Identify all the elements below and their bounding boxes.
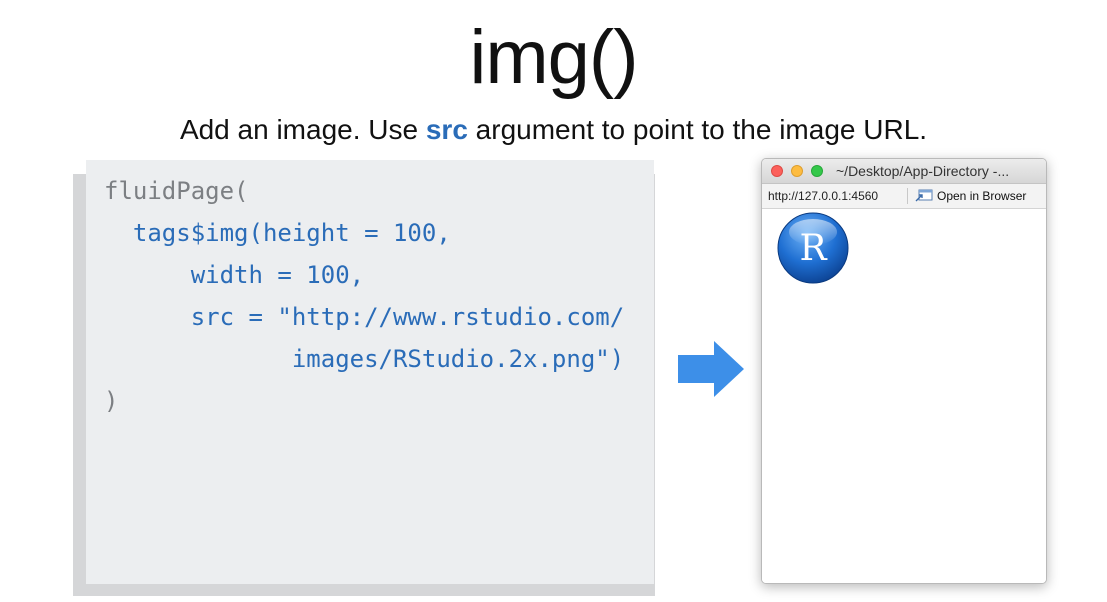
code-panel: fluidPage( tags$img(height = 100, width … (86, 160, 654, 584)
arrow-right-icon (678, 341, 744, 397)
app-preview-window: ~/Desktop/App-Directory -... http://127.… (761, 158, 1047, 584)
open-in-browser-label: Open in Browser (937, 189, 1027, 203)
window-titlebar[interactable]: ~/Desktop/App-Directory -... (762, 159, 1046, 184)
open-in-browser-button[interactable]: Open in Browser (915, 187, 1026, 205)
code-line: width = 100, (104, 261, 365, 289)
code-line: fluidPage( (104, 177, 249, 205)
subtitle-keyword: src (425, 114, 468, 145)
code-line: src = "http://www.rstudio.com/ (104, 303, 625, 331)
r-logo-icon: R (777, 212, 849, 284)
url-text: http://127.0.0.1:4560 (768, 189, 879, 203)
app-content-area: R (762, 209, 1046, 583)
subtitle-text-after: argument to point to the image URL. (467, 114, 928, 145)
r-logo-letter: R (799, 228, 827, 269)
open-in-browser-icon (915, 189, 933, 202)
code-line: ) (104, 387, 119, 415)
code-block: fluidPage( tags$img(height = 100, width … (104, 170, 624, 422)
code-line: images/RStudio.2x.png") (104, 345, 625, 373)
slide-title: img() (469, 15, 638, 100)
window-title: ~/Desktop/App-Directory -... (836, 163, 1010, 179)
window-minimize-button[interactable] (791, 165, 803, 177)
toolbar-divider (907, 188, 908, 204)
slide: img() Add an image. Use src argument to … (0, 0, 1107, 602)
window-maximize-button[interactable] (811, 165, 823, 177)
window-toolbar: http://127.0.0.1:4560 Open in Browser (762, 184, 1046, 209)
subtitle-text-before: Add an image. Use (179, 114, 426, 145)
window-close-button[interactable] (771, 165, 783, 177)
slide-subtitle: Add an image. Use src argument to point … (0, 112, 1107, 148)
code-line: tags$img(height = 100, (104, 219, 451, 247)
